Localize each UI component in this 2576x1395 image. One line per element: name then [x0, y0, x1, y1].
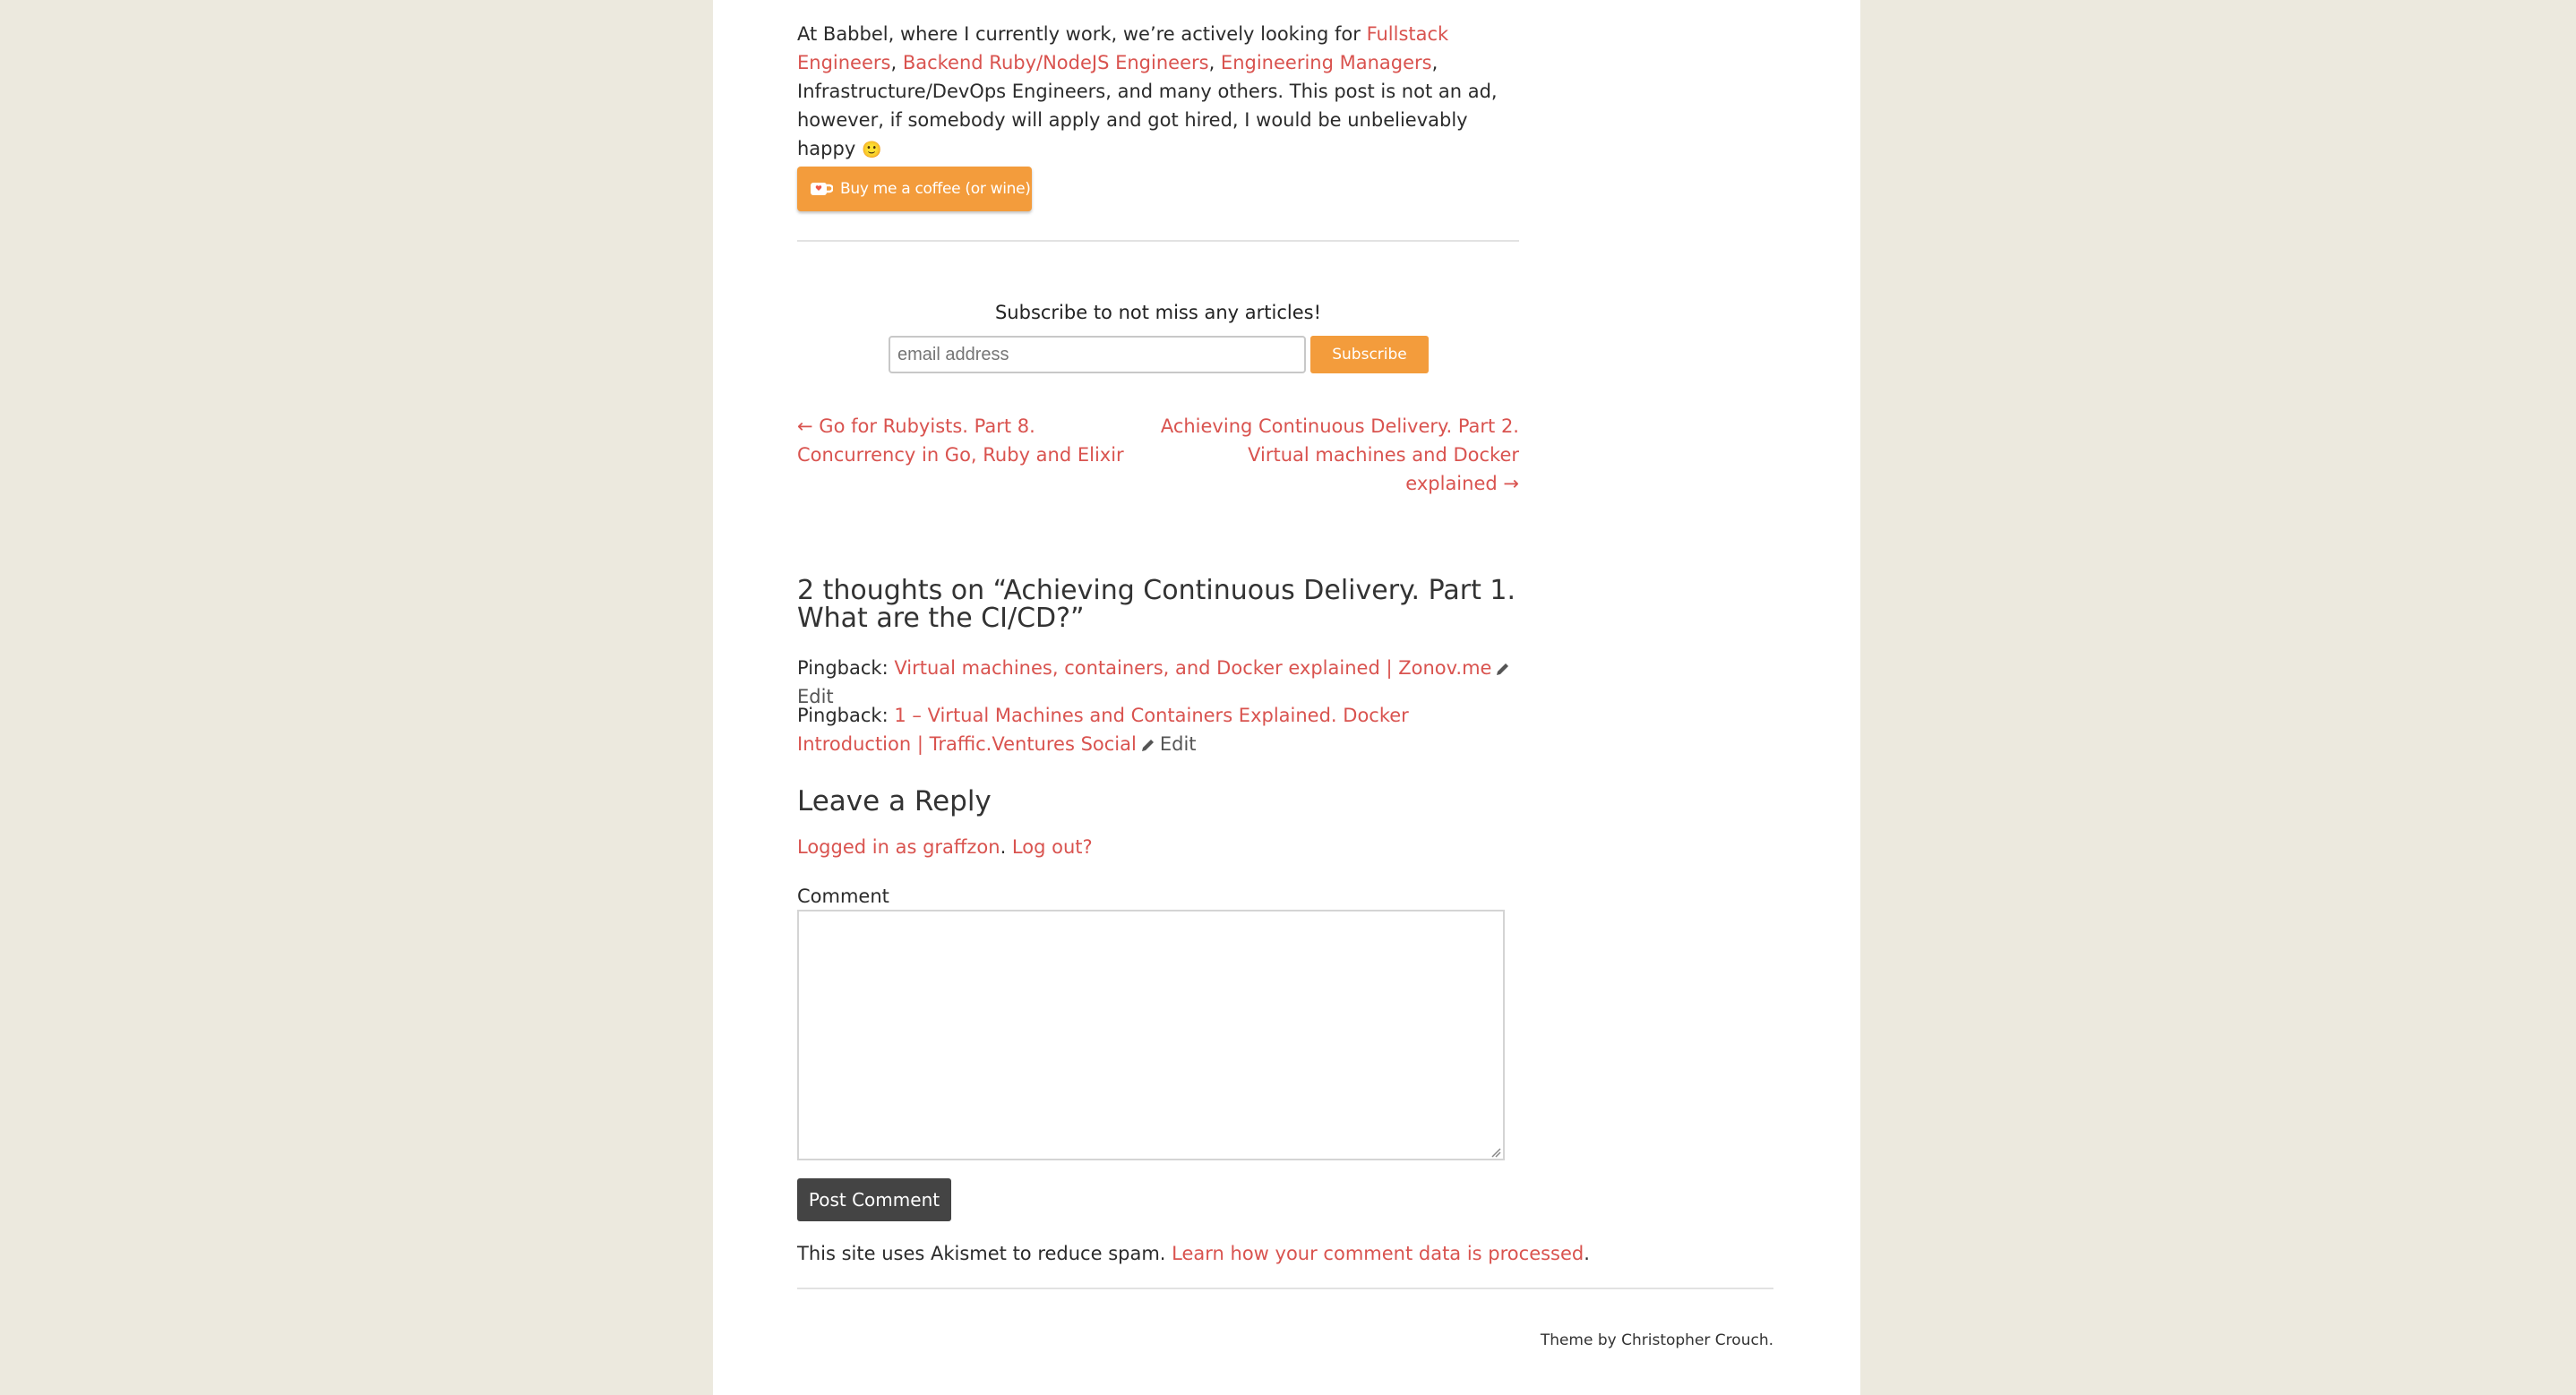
post-comment-button[interactable]: Post Comment: [797, 1178, 951, 1221]
prev-post-title[interactable]: Go for Rubyists. Part 8. Concurrency in …: [797, 415, 1124, 466]
divider: [797, 240, 1519, 242]
job-link-managers[interactable]: Engineering Managers: [1221, 52, 1432, 73]
leave-reply-heading: Leave a Reply: [797, 785, 992, 817]
job-link-backend[interactable]: Backend Ruby/NodeJS Engineers: [903, 52, 1209, 73]
comments-heading: 2 thoughts on “Achieving Continuous Deli…: [797, 575, 1516, 634]
akismet-text: This site uses Akismet to reduce spam.: [797, 1243, 1172, 1264]
footer-divider: [797, 1288, 1773, 1289]
akismet-notice: This site uses Akismet to reduce spam. L…: [797, 1239, 1603, 1268]
post-paragraph: At Babbel, where I currently work, we’re…: [797, 20, 1519, 165]
prev-arrow: ←: [797, 415, 813, 437]
email-input[interactable]: [889, 336, 1306, 373]
kofi-button[interactable]: Buy me a coffee (or wine): [797, 167, 1032, 211]
pingback-prefix: Pingback:: [797, 705, 889, 726]
subscribe-button[interactable]: Subscribe: [1310, 336, 1429, 373]
akismet-link[interactable]: Learn how your comment data is processed: [1172, 1243, 1584, 1264]
separator: ,: [1208, 52, 1221, 73]
subscribe-title: Subscribe to not miss any articles!: [994, 302, 1322, 323]
pingback-item: Pingback: 1 – Virtual Machines and Conta…: [797, 701, 1519, 758]
pingback-link[interactable]: 1 – Virtual Machines and Containers Expl…: [797, 705, 1409, 755]
next-post-link[interactable]: Achieving Continuous Delivery. Part 2. V…: [1157, 412, 1519, 498]
profile-link[interactable]: Logged in as graffzon: [797, 836, 1000, 858]
content-page: At Babbel, where I currently work, we’re…: [713, 0, 1860, 1395]
pencil-icon: [1495, 656, 1511, 675]
separator: .: [1000, 836, 1012, 858]
separator: ,: [890, 52, 903, 73]
theme-credit: Theme by Christopher Crouch.: [1540, 1331, 1773, 1349]
next-arrow: →: [1503, 473, 1519, 494]
smiley-emoji: 🙂: [861, 141, 882, 159]
coffee-cup-icon: [810, 181, 834, 197]
next-post-title[interactable]: Achieving Continuous Delivery. Part 2. V…: [1161, 415, 1519, 494]
comment-textarea[interactable]: [797, 910, 1505, 1160]
akismet-end: .: [1584, 1243, 1590, 1264]
resize-handle-icon[interactable]: [1489, 1144, 1501, 1158]
intro-text: At Babbel, where I currently work, we’re…: [797, 23, 1367, 45]
kofi-label: Buy me a coffee (or wine): [840, 180, 1031, 198]
logout-link[interactable]: Log out?: [1012, 836, 1093, 858]
pencil-icon: [1140, 732, 1156, 751]
comment-label: Comment: [797, 886, 889, 907]
pingback-link[interactable]: Virtual machines, containers, and Docker…: [894, 657, 1491, 679]
logged-in-line: Logged in as graffzon. Log out?: [797, 833, 1093, 861]
edit-link[interactable]: Edit: [1160, 733, 1197, 755]
pingback-prefix: Pingback:: [797, 657, 889, 679]
previous-post-link[interactable]: ← Go for Rubyists. Part 8. Concurrency i…: [797, 412, 1155, 469]
